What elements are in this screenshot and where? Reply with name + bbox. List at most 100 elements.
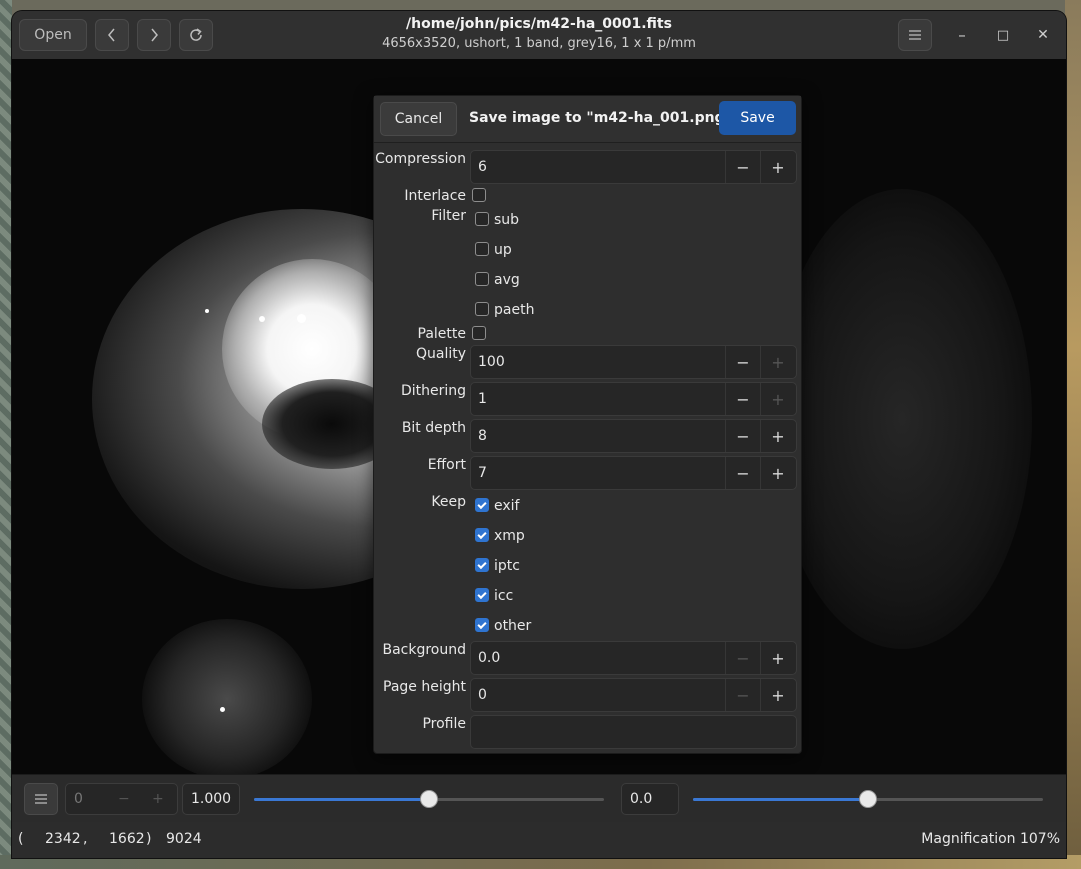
page-decrement-button[interactable]: − <box>118 791 130 807</box>
background-increment-button[interactable]: + <box>760 642 795 674</box>
effort-spinner[interactable]: 7 − + <box>470 456 797 490</box>
filter-up-checkbox[interactable] <box>475 242 489 256</box>
bottom-toolbar: 0 − + 1.000 0.0 <box>12 774 1066 823</box>
quality-value[interactable]: 100 <box>478 354 505 370</box>
coord-y: 1662 <box>109 831 145 847</box>
filter-avg-checkbox[interactable] <box>475 272 489 286</box>
interlace-checkbox[interactable] <box>472 188 486 202</box>
keep-xmp-label: xmp <box>494 528 525 544</box>
scale-slider-handle[interactable] <box>420 790 438 808</box>
star <box>297 314 306 323</box>
page-spinner[interactable]: 0 − + <box>65 783 178 815</box>
background-decrement-button[interactable]: − <box>725 642 760 674</box>
dialog-title: Save image to "m42-ha_001.png" <box>469 110 732 126</box>
coord-comma: , <box>83 831 88 847</box>
keep-icc-checkbox[interactable] <box>475 588 489 602</box>
palette-label: Palette <box>417 326 467 342</box>
desktop-background-right <box>1065 0 1081 869</box>
filter-paeth-checkbox[interactable] <box>475 302 489 316</box>
background-label: Background <box>382 642 466 658</box>
effort-value[interactable]: 7 <box>478 465 487 481</box>
keep-exif-label: exif <box>494 498 520 514</box>
filter-label: Filter <box>431 208 466 224</box>
background-value[interactable]: 0.0 <box>478 650 500 666</box>
keep-other-checkbox[interactable] <box>475 618 489 632</box>
star <box>205 309 209 313</box>
page-height-increment-button[interactable]: + <box>760 679 795 711</box>
scale-field[interactable]: 1.000 <box>182 783 240 815</box>
quality-decrement-button[interactable]: − <box>725 346 760 378</box>
image-viewer-window: Open /home/john/pics/m42-ha_0001.fits 46… <box>12 11 1066 858</box>
compression-increment-button[interactable]: + <box>760 151 795 183</box>
page-height-label: Page height <box>383 679 466 695</box>
keep-xmp-checkbox[interactable] <box>475 528 489 542</box>
filter-avg-label: avg <box>494 272 520 288</box>
scale-slider-fill <box>254 798 429 801</box>
profile-label: Profile <box>422 716 466 732</box>
pixel-value: 9024 <box>166 831 202 847</box>
cancel-button[interactable]: Cancel <box>380 102 457 136</box>
keep-iptc-label: iptc <box>494 558 520 574</box>
page-value[interactable]: 0 <box>74 791 83 807</box>
desktop-background-left <box>0 0 12 869</box>
page-increment-button[interactable]: + <box>152 791 164 807</box>
bit-depth-label: Bit depth <box>401 420 466 436</box>
filter-up-label: up <box>494 242 512 258</box>
bit-depth-value[interactable]: 8 <box>478 428 487 444</box>
maximize-button[interactable]: □ <box>993 25 1013 45</box>
nebula-region <box>142 619 312 774</box>
hamburger-menu-icon <box>909 30 921 40</box>
quality-spinner[interactable]: 100 − + <box>470 345 797 379</box>
keep-icc-label: icc <box>494 588 514 604</box>
compression-label: Compression <box>375 151 466 167</box>
filter-paeth-label: paeth <box>494 302 535 318</box>
filter-sub-checkbox[interactable] <box>475 212 489 226</box>
effort-label: Effort <box>427 457 466 473</box>
palette-checkbox[interactable] <box>472 326 486 340</box>
close-button[interactable]: ✕ <box>1033 25 1053 45</box>
filter-sub-label: sub <box>494 212 520 228</box>
offset-slider-fill <box>693 798 868 801</box>
view-menu-button[interactable] <box>24 783 58 815</box>
compression-value[interactable]: 6 <box>478 159 487 175</box>
dithering-value[interactable]: 1 <box>478 391 487 407</box>
quality-label: Quality <box>415 346 466 362</box>
header-bar: Open /home/john/pics/m42-ha_0001.fits 46… <box>12 11 1066 59</box>
dialog-header: Cancel Save image to "m42-ha_001.png" Sa… <box>374 96 801 143</box>
star <box>220 707 225 712</box>
nebula-region <box>772 189 1032 649</box>
page-height-spinner[interactable]: 0 − + <box>470 678 797 712</box>
offset-slider-handle[interactable] <box>859 790 877 808</box>
offset-field[interactable]: 0.0 <box>621 783 679 815</box>
bit-depth-spinner[interactable]: 8 − + <box>470 419 797 453</box>
effort-increment-button[interactable]: + <box>760 457 795 489</box>
effort-decrement-button[interactable]: − <box>725 457 760 489</box>
keep-exif-checkbox[interactable] <box>475 498 489 512</box>
background-spinner[interactable]: 0.0 − + <box>470 641 797 675</box>
dithering-increment-button[interactable]: + <box>760 383 795 415</box>
dithering-label: Dithering <box>400 383 466 399</box>
coord-close-paren: ) <box>146 831 152 847</box>
status-bar: ( 2342 , 1662 ) 9024 Magnification 107% <box>12 822 1066 858</box>
compression-spinner[interactable]: 6 − + <box>470 150 797 184</box>
bit-depth-increment-button[interactable]: + <box>760 420 795 452</box>
star <box>259 316 265 322</box>
interlace-label: Interlace <box>404 188 466 204</box>
page-height-value[interactable]: 0 <box>478 687 487 703</box>
coord-open-paren: ( <box>18 831 24 847</box>
save-button[interactable]: Save <box>719 101 796 135</box>
magnification-label: Magnification 107% <box>921 831 1060 847</box>
bit-depth-decrement-button[interactable]: − <box>725 420 760 452</box>
quality-increment-button[interactable]: + <box>760 346 795 378</box>
profile-input[interactable] <box>470 715 797 749</box>
minimize-button[interactable]: – <box>952 25 972 45</box>
page-height-decrement-button[interactable]: − <box>725 679 760 711</box>
keep-iptc-checkbox[interactable] <box>475 558 489 572</box>
save-dialog: Cancel Save image to "m42-ha_001.png" Sa… <box>373 95 802 754</box>
dithering-spinner[interactable]: 1 − + <box>470 382 797 416</box>
dithering-decrement-button[interactable]: − <box>725 383 760 415</box>
keep-label: Keep <box>431 494 466 510</box>
main-menu-button[interactable] <box>898 19 932 51</box>
coord-x: 2342 <box>45 831 81 847</box>
compression-decrement-button[interactable]: − <box>725 151 760 183</box>
